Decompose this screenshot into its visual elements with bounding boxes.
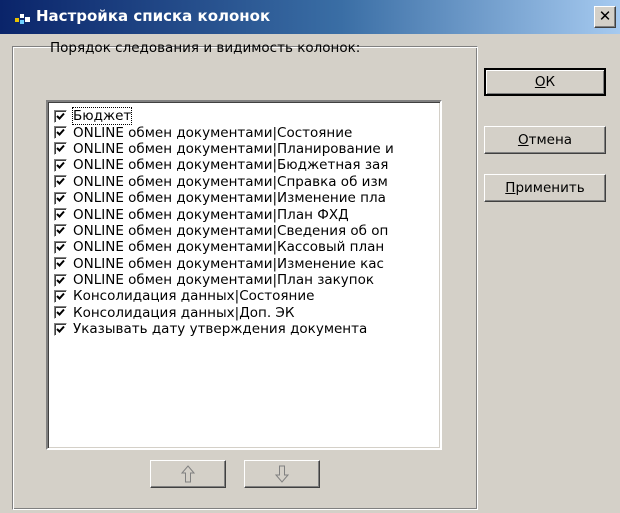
checkmark-icon <box>56 210 65 218</box>
column-item[interactable]: ONLINE обмен документами|Состояние <box>54 124 440 141</box>
close-button[interactable]: ✕ <box>594 6 616 28</box>
column-checkbox[interactable] <box>54 240 67 254</box>
column-label: ONLINE обмен документами|Бюджетная зая <box>73 157 389 174</box>
checkmark-icon <box>56 194 65 202</box>
checkmark-icon <box>56 145 65 153</box>
column-label: ONLINE обмен документами|Изменение пла <box>73 190 386 207</box>
column-item[interactable]: ONLINE обмен документами|Изменение кас <box>54 256 440 272</box>
checkmark-icon <box>56 243 65 251</box>
column-item[interactable]: ONLINE обмен документами|Бюджетная зая <box>54 157 440 173</box>
column-label: ONLINE обмен документами|План ФХД <box>73 206 349 223</box>
app-icon <box>15 14 30 24</box>
window-title: Настройка списка колонок <box>36 7 271 25</box>
move-down-button[interactable] <box>244 460 320 488</box>
column-checkbox[interactable] <box>54 257 67 271</box>
checkmark-icon <box>56 325 65 333</box>
column-label: Консолидация данных|Доп. ЭК <box>73 304 295 321</box>
ok-button[interactable]: ОК <box>484 68 606 96</box>
column-item[interactable]: ONLINE обмен документами|Изменение пла <box>54 190 440 206</box>
column-label: ONLINE обмен документами|Состояние <box>73 124 353 141</box>
column-label: Указывать дату утверждения документа <box>73 321 368 338</box>
column-checkbox[interactable] <box>54 142 67 156</box>
column-checkbox[interactable] <box>54 322 67 336</box>
checkmark-icon <box>56 276 65 284</box>
column-item[interactable]: Указывать дату утверждения документа <box>54 321 440 337</box>
close-icon: ✕ <box>598 7 612 25</box>
column-item[interactable]: Бюджет <box>54 107 440 126</box>
column-checkbox[interactable] <box>54 289 67 303</box>
move-up-button[interactable] <box>150 460 226 488</box>
checkmark-icon <box>56 112 65 120</box>
column-label: ONLINE обмен документами|Справка об изм <box>73 173 388 190</box>
checkmark-icon <box>56 292 65 300</box>
column-label: ONLINE обмен документами|Планирование и <box>73 140 394 157</box>
column-item[interactable]: ONLINE обмен документами|Справка об изм <box>54 174 440 190</box>
checkmark-icon <box>56 260 65 268</box>
column-checkbox[interactable] <box>54 175 67 189</box>
arrow-up-icon <box>181 465 195 483</box>
column-item[interactable]: Консолидация данных|Состояние <box>54 288 440 304</box>
arrow-down-icon <box>275 465 289 483</box>
column-checkbox[interactable] <box>54 306 67 320</box>
checkmark-icon <box>56 227 65 235</box>
column-label: ONLINE обмен документами|Сведения об оп <box>73 222 389 239</box>
column-label: ONLINE обмен документами|Изменение кас <box>73 255 384 272</box>
column-item[interactable]: ONLINE обмен документами|Планирование и <box>54 141 440 157</box>
column-item[interactable]: ONLINE обмен документами|План ФХД <box>54 206 440 223</box>
column-checkbox[interactable] <box>54 273 67 287</box>
checkmark-icon <box>56 309 65 317</box>
cancel-button[interactable]: Отмена <box>484 126 606 154</box>
column-item[interactable]: ONLINE обмен документами|Сведения об оп <box>54 223 440 239</box>
column-checkbox[interactable] <box>54 224 67 238</box>
column-checkbox[interactable] <box>54 109 67 123</box>
column-label: ONLINE обмен документами|Кассовый план <box>73 239 385 256</box>
checkmark-icon <box>56 128 65 137</box>
column-checkbox[interactable] <box>54 208 67 222</box>
columns-list[interactable]: Бюджет ONLINE обмен документами|Состояние… <box>46 100 442 450</box>
column-item[interactable]: ONLINE обмен документами|План закупок <box>54 272 440 288</box>
checkmark-icon <box>56 161 65 169</box>
columns-group-label: Порядок следования и видимость колонок: <box>50 40 361 56</box>
apply-button[interactable]: Применить <box>484 174 606 202</box>
column-label: Бюджет <box>71 107 133 126</box>
column-checkbox[interactable] <box>54 126 67 140</box>
checkmark-icon <box>56 178 65 186</box>
column-checkbox[interactable] <box>54 158 67 172</box>
column-label: ONLINE обмен документами|План закупок <box>73 272 375 289</box>
column-item[interactable]: Консолидация данных|Доп. ЭК <box>54 305 440 321</box>
title-bar[interactable]: Настройка списка колонок ✕ <box>0 0 620 34</box>
column-item[interactable]: ONLINE обмен документами|Кассовый план <box>54 239 440 255</box>
column-label: Консолидация данных|Состояние <box>73 288 315 305</box>
column-checkbox[interactable] <box>54 191 67 205</box>
